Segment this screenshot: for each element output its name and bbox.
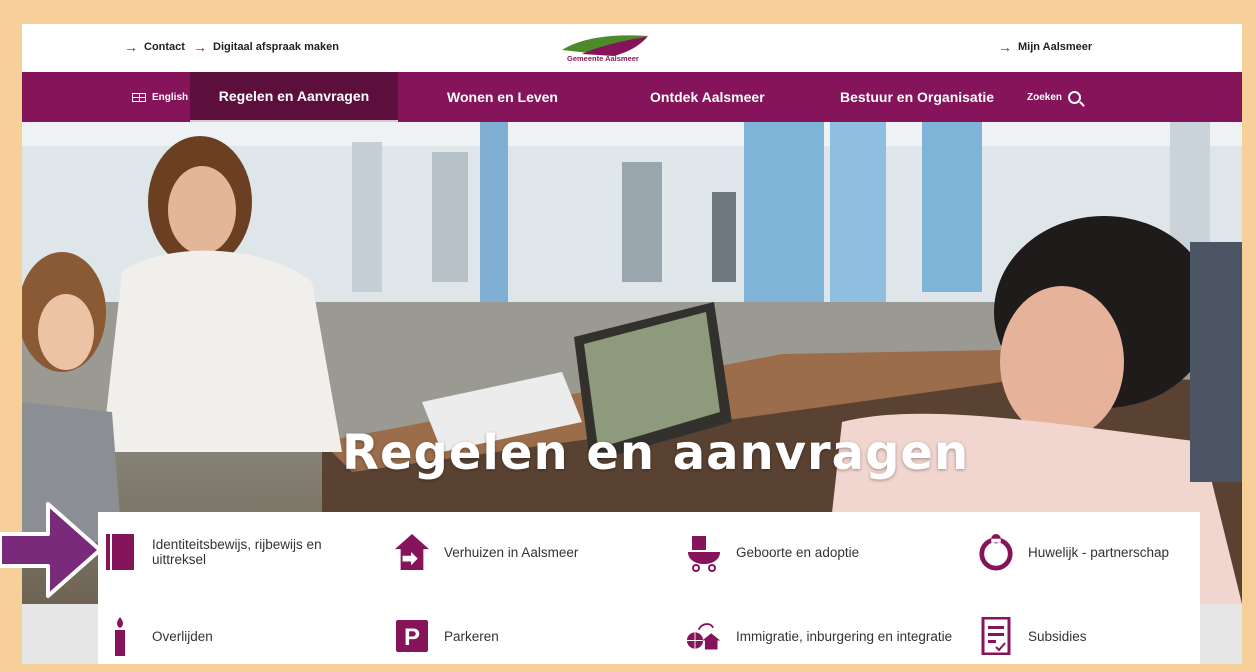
candle-icon	[102, 616, 138, 656]
nav-label: Ontdek Aalsmeer	[650, 89, 765, 105]
language-switch-english[interactable]: English	[132, 72, 188, 122]
appointment-link[interactable]: → Digitaal afspraak maken	[193, 40, 339, 54]
tile-subsidies[interactable]: Subsidies	[978, 616, 1087, 656]
nav-bestuur-en-organisatie[interactable]: Bestuur en Organisatie	[840, 72, 994, 122]
tile-label: Overlijden	[152, 628, 213, 644]
nav-label: Wonen en Leven	[447, 89, 558, 105]
main-navigation: English Regelen en Aanvragen Wonen en Le…	[22, 72, 1242, 122]
flag-icon	[132, 92, 146, 102]
tile-label: Geboorte en adoptie	[736, 544, 860, 560]
nav-label: Bestuur en Organisatie	[840, 89, 995, 105]
tile-label: Verhuizen in Aalsmeer	[444, 544, 579, 560]
svg-text:P: P	[404, 624, 420, 651]
mijn-aalsmeer-label: Mijn Aalsmeer	[1018, 41, 1093, 53]
tile-identiteitsbewijs[interactable]: Identiteitsbewijs, rijbewijs en uittreks…	[102, 532, 372, 572]
browser-page: → Contact → Digitaal afspraak maken Geme…	[22, 24, 1242, 664]
annotation-arrow-icon	[0, 502, 102, 598]
nav-wonen-en-leven[interactable]: Wonen en Leven	[447, 72, 558, 122]
tile-label: Huwelijk - partnerschap	[1028, 544, 1170, 560]
arrow-right-icon: →	[998, 39, 1012, 55]
moving-house-icon	[394, 532, 430, 572]
tile-label: Immigratie, inburgering en integratie	[736, 628, 953, 644]
contact-link-label: Contact	[144, 41, 185, 53]
tile-label: Subsidies	[1028, 628, 1087, 644]
tile-immigratie[interactable]: Immigratie, inburgering en integratie	[686, 616, 952, 656]
tile-parkeren[interactable]: P Parkeren	[394, 616, 499, 656]
search-label: Zoeken	[1027, 91, 1063, 103]
globe-house-icon	[686, 616, 722, 656]
tile-label: Identiteitsbewijs, rijbewijs en uittreks…	[152, 537, 322, 567]
stroller-icon	[686, 532, 722, 572]
services-panel: Identiteitsbewijs, rijbewijs en uittreks…	[98, 512, 1200, 664]
hero-title: Regelen en aanvragen	[342, 425, 970, 481]
tile-geboorte[interactable]: Geboorte en adoptie	[686, 532, 859, 572]
parking-icon: P	[394, 616, 430, 656]
logo-text: Gemeente Aalsmeer	[567, 54, 639, 63]
tile-verhuizen[interactable]: Verhuizen in Aalsmeer	[394, 532, 578, 572]
contact-link[interactable]: → Contact	[124, 40, 185, 54]
appointment-link-label: Digitaal afspraak maken	[213, 41, 339, 53]
tile-huwelijk[interactable]: Huwelijk - partnerschap	[978, 532, 1169, 572]
mijn-aalsmeer-link[interactable]: → Mijn Aalsmeer	[998, 40, 1092, 54]
nav-regelen-en-aanvragen[interactable]: Regelen en Aanvragen	[190, 72, 398, 122]
nav-ontdek-aalsmeer[interactable]: Ontdek Aalsmeer	[650, 72, 765, 122]
search-icon	[1068, 90, 1082, 104]
nav-label: Regelen en Aanvragen	[218, 88, 370, 104]
tile-overlijden[interactable]: Overlijden	[102, 616, 213, 656]
ring-icon	[978, 532, 1014, 572]
top-bar: → Contact → Digitaal afspraak maken Geme…	[22, 24, 1242, 72]
language-label: English	[152, 91, 189, 103]
tile-label: Parkeren	[444, 628, 499, 644]
arrow-right-icon: →	[193, 39, 207, 55]
checklist-icon	[978, 616, 1014, 656]
search-button[interactable]: Zoeken	[1027, 72, 1082, 122]
arrow-right-icon: →	[124, 39, 138, 55]
